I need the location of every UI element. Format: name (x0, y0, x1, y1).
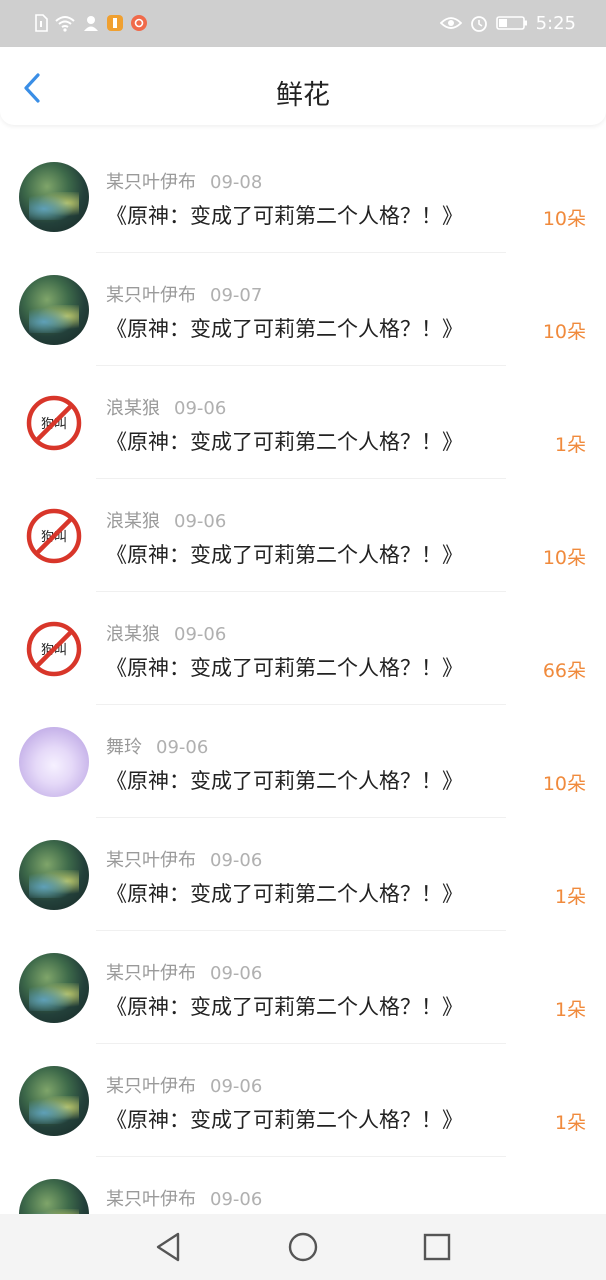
alarm-icon (470, 16, 487, 32)
avatar[interactable] (19, 1066, 89, 1136)
circle-home-icon[interactable] (286, 1230, 320, 1264)
gift-date: 09-06 (210, 963, 263, 984)
flower-count: 66朵 (542, 660, 586, 682)
sender-meta: 某只叶伊布 09-06 (106, 959, 262, 985)
sender-name[interactable]: 某只叶伊布 (106, 1189, 196, 1210)
avatar[interactable]: 狗叫 (19, 388, 89, 458)
sender-meta: 某只叶伊布 09-06 (106, 1185, 262, 1211)
sender-meta: 浪某狼 09-06 (106, 394, 226, 420)
flower-count: 10朵 (542, 208, 586, 230)
status-bar: 5:25 (0, 0, 606, 47)
sender-meta: 舞玲 09-06 (106, 733, 208, 759)
book-title[interactable]: 《原神：变成了可莉第二个人格？！》 (106, 765, 463, 795)
flower-count: 1朵 (554, 999, 586, 1021)
triangle-back-icon[interactable] (152, 1230, 186, 1264)
book-title[interactable]: 《原神：变成了可莉第二个人格？！》 (106, 652, 463, 682)
gift-date: 09-08 (210, 172, 263, 193)
gift-date: 09-06 (174, 624, 227, 645)
sender-meta: 浪某狼 09-06 (106, 620, 226, 646)
gift-date: 09-06 (210, 1189, 263, 1210)
book-title[interactable]: 《原神：变成了可莉第二个人格？！》 (106, 200, 463, 230)
no-barking-sign-icon: 狗叫 (26, 395, 82, 451)
sender-name[interactable]: 某只叶伊布 (106, 285, 196, 306)
sender-name[interactable]: 某只叶伊布 (106, 172, 196, 193)
sender-name[interactable]: 某只叶伊布 (106, 963, 196, 984)
sender-name[interactable]: 某只叶伊布 (106, 850, 196, 871)
list-item[interactable]: 某只叶伊布 09-06 《原神：变成了可莉第二个人格？！》 1朵 (0, 931, 606, 1044)
gift-date: 09-06 (174, 398, 227, 419)
list-item[interactable]: 狗叫 浪某狼 09-06 《原神：变成了可莉第二个人格？！》 1朵 (0, 366, 606, 479)
sender-meta: 浪某狼 09-06 (106, 507, 226, 533)
book-title[interactable]: 《原神：变成了可莉第二个人格？！》 (106, 426, 463, 456)
gift-date: 09-06 (210, 1076, 263, 1097)
book-title[interactable]: 《原神：变成了可莉第二个人格？！》 (106, 1104, 463, 1134)
sender-name[interactable]: 浪某狼 (106, 511, 160, 532)
page-title: 鲜花 (276, 80, 330, 111)
list-item[interactable]: 某只叶伊布 09-07 《原神：变成了可莉第二个人格？！》 10朵 (0, 253, 606, 366)
book-title[interactable]: 《原神：变成了可莉第二个人格？！》 (106, 313, 463, 343)
list-item[interactable]: 某只叶伊布 09-06 《原神：变成了可莉第二个人格？！》 1朵 (0, 818, 606, 931)
sender-meta: 某只叶伊布 09-08 (106, 168, 262, 194)
avatar[interactable] (19, 162, 89, 232)
avatar[interactable]: 狗叫 (19, 614, 89, 684)
sender-name[interactable]: 舞玲 (106, 737, 142, 758)
flower-count: 1朵 (554, 886, 586, 908)
wifi-icon (55, 16, 75, 32)
system-navigation-bar (0, 1214, 606, 1280)
list-item[interactable]: 某只叶伊布 09-06 (0, 1157, 606, 1214)
header-bar: 鲜花 (0, 47, 606, 125)
list-item[interactable]: 某只叶伊布 09-06 《原神：变成了可莉第二个人格？！》 1朵 (0, 1044, 606, 1157)
book-title[interactable]: 《原神：变成了可莉第二个人格？！》 (106, 878, 463, 908)
app-notification-icon-2 (107, 15, 123, 31)
sender-meta: 某只叶伊布 09-06 (106, 1072, 262, 1098)
flower-count: 10朵 (542, 547, 586, 569)
sender-name[interactable]: 浪某狼 (106, 398, 160, 419)
app-notification-icon-3 (131, 15, 147, 31)
avatar[interactable] (19, 1179, 89, 1214)
sender-name[interactable]: 浪某狼 (106, 624, 160, 645)
square-recents-icon[interactable] (420, 1230, 454, 1264)
battery-icon (495, 16, 527, 30)
gift-date: 09-06 (174, 511, 227, 532)
flower-count: 1朵 (554, 434, 586, 456)
sender-name[interactable]: 某只叶伊布 (106, 1076, 196, 1097)
no-barking-sign-icon: 狗叫 (26, 508, 82, 564)
gift-date: 09-06 (210, 850, 263, 871)
status-right-icons: 5:25 (439, 11, 576, 35)
avatar[interactable] (19, 840, 89, 910)
sender-meta: 某只叶伊布 09-06 (106, 846, 262, 872)
flower-gift-list: 某只叶伊布 09-08 《原神：变成了可莉第二个人格？！》 10朵 某只叶伊布 09-07… (0, 140, 606, 1214)
book-title[interactable]: 《原神：变成了可莉第二个人格？！》 (106, 539, 463, 569)
list-item[interactable]: 狗叫 浪某狼 09-06 《原神：变成了可莉第二个人格？！》 66朵 (0, 592, 606, 705)
list-item[interactable]: 狗叫 浪某狼 09-06 《原神：变成了可莉第二个人格？！》 10朵 (0, 479, 606, 592)
sender-meta: 某只叶伊布 09-07 (106, 281, 262, 307)
list-item[interactable]: 某只叶伊布 09-08 《原神：变成了可莉第二个人格？！》 10朵 (0, 140, 606, 253)
flower-count: 1朵 (554, 1112, 586, 1134)
avatar[interactable] (19, 275, 89, 345)
status-left-icons (34, 13, 148, 33)
list-item[interactable]: 舞玲 09-06 《原神：变成了可莉第二个人格？！》 10朵 (0, 705, 606, 818)
status-time: 5:25 (535, 12, 576, 34)
avatar[interactable]: 狗叫 (19, 501, 89, 571)
avatar[interactable] (19, 727, 89, 797)
sim-card-icon (35, 14, 48, 32)
no-barking-sign-icon: 狗叫 (26, 621, 82, 677)
flower-count: 10朵 (542, 773, 586, 795)
avatar[interactable] (19, 953, 89, 1023)
gift-date: 09-06 (156, 737, 209, 758)
app-notification-icon (84, 16, 98, 31)
flower-count: 10朵 (542, 321, 586, 343)
eye-icon (439, 17, 462, 29)
book-title[interactable]: 《原神：变成了可莉第二个人格？！》 (106, 991, 463, 1021)
gift-date: 09-07 (210, 285, 263, 306)
